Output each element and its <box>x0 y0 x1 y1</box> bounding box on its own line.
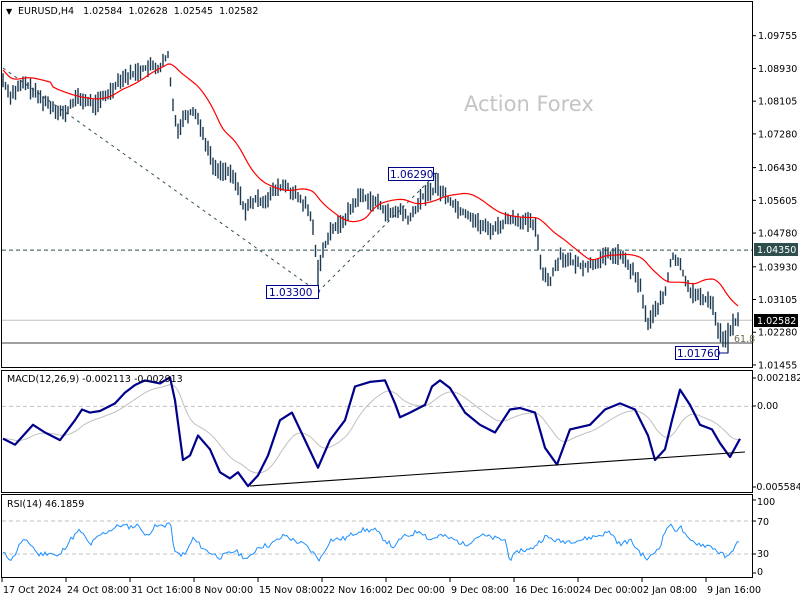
time-axis-label: 2 Jan 08:00 <box>643 585 697 596</box>
price-axis-label: 1.08105 <box>758 97 797 108</box>
chart-header: EURUSD,H4 1.02584 1.02628 1.02545 1.0258… <box>18 6 258 17</box>
time-axis-label: 24 Dec 00:00 <box>579 585 643 596</box>
fib-level-label: 61.8 <box>734 334 755 345</box>
price-axis-label: 1.03105 <box>758 295 797 306</box>
price-axis-label: 1.05605 <box>758 196 797 207</box>
low-label-1-text: 1.03300 <box>269 287 312 299</box>
time-axis-label: 31 Oct 16:00 <box>131 585 193 596</box>
price-axis-label: 1.08930 <box>758 64 797 75</box>
rsi-axis-30: 30 <box>757 549 769 560</box>
time-axis-label: 22 Nov 16:00 <box>323 585 387 596</box>
current-price-text: 1.02582 <box>757 316 796 327</box>
rsi-title: RSI(14) 46.1859 <box>7 499 84 510</box>
current-price-tag: 1.02582 <box>754 314 798 327</box>
price-axis-label: 1.02280 <box>758 328 797 339</box>
close-value: 1.02582 <box>219 6 258 17</box>
time-axis-label: 9 Dec 08:00 <box>451 585 509 596</box>
resistance-price-text: 1.04350 <box>757 245 796 256</box>
low-label-2[interactable]: 1.01760 <box>675 346 721 361</box>
collapse-triangle-icon[interactable]: ▼ <box>6 7 13 16</box>
main-panel[interactable] <box>1 1 753 368</box>
macd-title: MACD(12,26,9) -0.002113 -0.002913 <box>7 374 183 385</box>
time-axis-label: 15 Nov 08:00 <box>259 585 323 596</box>
open-value: 1.02584 <box>83 6 122 17</box>
macd-axis-zero: 0.00 <box>757 401 778 412</box>
resistance-price-tag: 1.04350 <box>754 243 798 256</box>
price-axis-label: 1.04780 <box>758 229 797 240</box>
low-value: 1.02545 <box>174 6 213 17</box>
time-axis-label: 24 Oct 08:00 <box>67 585 129 596</box>
rsi-axis-0: 0 <box>757 567 763 578</box>
low-label-2-text: 1.01760 <box>677 348 720 360</box>
trading-chart[interactable]: ▼ EURUSD,H4 1.02584 1.02628 1.02545 1.02… <box>0 0 800 600</box>
price-axis-label: 1.06430 <box>758 163 797 174</box>
time-axis-label: 16 Dec 16:00 <box>515 585 579 596</box>
rsi-axis-100: 100 <box>757 497 775 508</box>
high-value: 1.02628 <box>128 6 167 17</box>
time-axis-label: 8 Nov 00:00 <box>195 585 253 596</box>
time-axis-label: 9 Jan 16:00 <box>707 585 761 596</box>
watermark: Action Forex <box>464 92 594 116</box>
price-axis-label: 1.03930 <box>758 262 797 273</box>
low-label-1[interactable]: 1.03300 <box>266 285 319 300</box>
rsi-panel[interactable] <box>1 494 753 578</box>
high-label-1-text: 1.06290 <box>390 169 433 181</box>
time-axis-label: 2 Dec 00:00 <box>387 585 445 596</box>
macd-axis-bottom: -0.005584 <box>753 482 800 493</box>
macd-panel[interactable] <box>1 370 753 493</box>
high-label-1[interactable]: 1.06290 <box>388 167 434 182</box>
price-axis-label: 1.09755 <box>758 31 797 42</box>
symbol-label: EURUSD,H4 <box>18 6 74 17</box>
price-axis-label: 1.07280 <box>758 129 797 140</box>
price-axis-label: 1.01455 <box>758 360 797 371</box>
time-axis-label: 17 Oct 2024 <box>3 585 62 596</box>
rsi-axis-70: 70 <box>757 517 769 528</box>
macd-axis-top: 0.002182 <box>757 373 800 384</box>
